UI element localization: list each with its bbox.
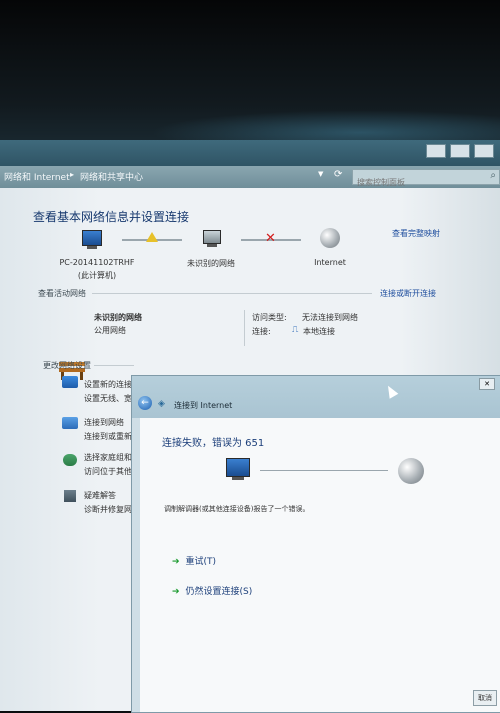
connection-line bbox=[260, 470, 388, 471]
connections-label: 连接: bbox=[252, 327, 271, 336]
pc-subtitle: (此计算机) bbox=[77, 271, 117, 280]
computer-icon bbox=[226, 458, 250, 480]
homegroup-desc: 访问位于其他 bbox=[84, 467, 132, 476]
cancel-button[interactable]: 取消 bbox=[473, 690, 497, 706]
breadcrumb-network-internet[interactable]: 网络和 Internet bbox=[4, 170, 70, 183]
internet-globe-icon bbox=[320, 228, 340, 248]
section-divider bbox=[94, 365, 134, 366]
change-settings-heading: 更改网络设置 bbox=[43, 361, 91, 370]
connect-network-icon bbox=[62, 417, 78, 429]
access-type-value: 无法连接到网络 bbox=[302, 313, 358, 322]
page-title: 查看基本网络信息并设置连接 bbox=[33, 210, 190, 224]
disconnected-x-icon: ✕ bbox=[265, 231, 276, 246]
connect-to-network-link[interactable]: 连接到网络 bbox=[84, 417, 124, 428]
connect-disconnect-link[interactable]: 连接或断开连接 bbox=[380, 288, 436, 299]
access-type-label: 访问类型: bbox=[252, 313, 287, 322]
breadcrumb-sharing-center[interactable]: 网络和共享中心 bbox=[80, 170, 143, 183]
error-title: 连接失败，错误为 651 bbox=[162, 438, 265, 449]
vertical-divider bbox=[244, 310, 245, 346]
address-dropdown-icon[interactable]: ▼ bbox=[318, 170, 328, 182]
green-arrow-icon: ➔ bbox=[172, 587, 180, 597]
active-networks-heading: 查看活动网络 bbox=[38, 289, 86, 298]
address-bar: 网络和 Internet ▸ 网络和共享中心 ▼ ⟳ ⌕ bbox=[0, 166, 500, 190]
troubleshoot-icon bbox=[64, 490, 76, 502]
window-controls bbox=[426, 144, 494, 158]
dialog-close-button[interactable]: ✕ bbox=[479, 378, 495, 390]
search-icon: ⌕ bbox=[490, 170, 496, 181]
back-arrow-icon[interactable]: ← bbox=[138, 396, 152, 410]
local-connection-icon: ⎍ bbox=[292, 325, 299, 335]
set-up-anyway-option[interactable]: ➔ 仍然设置连接(S) bbox=[172, 584, 252, 597]
unidentified-network-icon bbox=[203, 230, 221, 247]
warning-icon bbox=[146, 232, 158, 242]
dialog-title: 连接到 Internet bbox=[174, 401, 233, 410]
retry-label: 重试(T) bbox=[185, 557, 217, 567]
error-description: 调制解调器(或其他连接设备)报告了一个错误。 bbox=[164, 505, 310, 513]
homegroup-link[interactable]: 选择家庭组和 bbox=[84, 452, 132, 463]
connect-to-internet-dialog: ✕ ← ◈ 连接到 Internet 连接失败，错误为 651 调制解调器(或其… bbox=[131, 375, 500, 713]
network-wizard-icon: ◈ bbox=[158, 399, 165, 409]
maximize-button[interactable] bbox=[450, 144, 470, 158]
set-up-anyway-label: 仍然设置连接(S) bbox=[185, 587, 253, 597]
view-full-map-link[interactable]: 查看完整映射 bbox=[392, 228, 440, 239]
computer-icon bbox=[82, 230, 102, 249]
close-button[interactable] bbox=[474, 144, 494, 158]
local-connection-link[interactable]: 本地连接 bbox=[303, 326, 335, 337]
new-connection-icon bbox=[62, 376, 78, 388]
dialog-body: 连接失败，错误为 651 调制解调器(或其他连接设备)报告了一个错误。 ➔ 重试(… bbox=[140, 418, 500, 712]
setup-new-connection-link[interactable]: 设置新的连接 bbox=[84, 379, 132, 390]
troubleshoot-desc: 诊断并修复网 bbox=[84, 505, 132, 514]
active-network-type: 公用网络 bbox=[94, 326, 126, 335]
setup-new-connection-desc: 设置无线、宽 bbox=[84, 394, 132, 403]
refresh-icon[interactable]: ⟳ bbox=[334, 169, 348, 183]
internet-globe-icon bbox=[398, 458, 424, 484]
connect-to-network-desc: 连接到或重新 bbox=[84, 432, 132, 441]
retry-option[interactable]: ➔ 重试(T) bbox=[172, 554, 216, 567]
internet-label: Internet bbox=[314, 258, 346, 267]
troubleshoot-link[interactable]: 疑难解答 bbox=[84, 490, 116, 501]
minimize-button[interactable] bbox=[426, 144, 446, 158]
dialog-titlebar: ✕ ← ◈ 连接到 Internet bbox=[132, 376, 500, 418]
homegroup-icon bbox=[63, 454, 77, 466]
green-arrow-icon: ➔ bbox=[172, 557, 180, 567]
window-titlebar bbox=[0, 140, 500, 166]
search-box[interactable]: ⌕ bbox=[352, 169, 500, 190]
section-divider bbox=[92, 293, 372, 294]
unidentified-network-label: 未识别的网络 bbox=[187, 259, 235, 268]
breadcrumb-separator-icon: ▸ bbox=[70, 170, 75, 179]
active-network-name: 未识别的网络 bbox=[94, 313, 142, 322]
pc-name: PC-20141102TRHF bbox=[59, 258, 135, 267]
